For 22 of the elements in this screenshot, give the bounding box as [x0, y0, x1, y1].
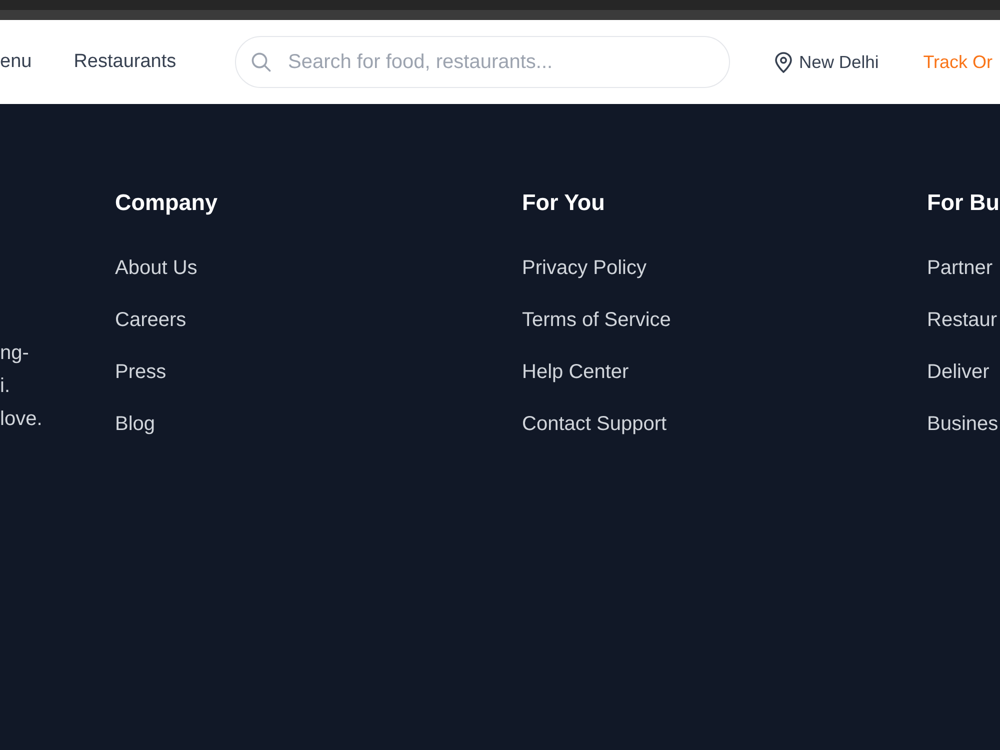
- footer-link[interactable]: Privacy Policy: [522, 257, 646, 279]
- footer-link[interactable]: Careers: [115, 309, 186, 331]
- footer-link[interactable]: Terms of Service: [522, 309, 671, 331]
- column-heading: For You: [522, 189, 605, 217]
- footer-link[interactable]: Contact Support: [522, 413, 667, 435]
- location-link[interactable]: New Delhi: [775, 48, 886, 76]
- footer-link[interactable]: Blog: [115, 413, 156, 435]
- nav-link[interactable]: enu: [0, 48, 32, 76]
- search-icon: [251, 52, 271, 72]
- footer-link[interactable]: About Us: [115, 257, 198, 279]
- footer-link[interactable]: Partner: [927, 257, 993, 279]
- search-field[interactable]: Search for food, restaurants...: [235, 36, 730, 88]
- location-pin-icon: [775, 52, 792, 72]
- footer-link[interactable]: Press: [115, 361, 166, 383]
- column-heading: For Bu: [927, 189, 1000, 217]
- footer-link[interactable]: Help Center: [522, 361, 629, 383]
- footer-link[interactable]: Busines: [927, 413, 998, 435]
- nav-link[interactable]: Restaurants: [74, 48, 176, 76]
- footer-link[interactable]: Restaur: [927, 309, 998, 331]
- column-heading: Company: [115, 189, 218, 217]
- footer-link[interactable]: Deliver: [927, 361, 990, 383]
- description-text: ng- i. love.: [0, 341, 42, 432]
